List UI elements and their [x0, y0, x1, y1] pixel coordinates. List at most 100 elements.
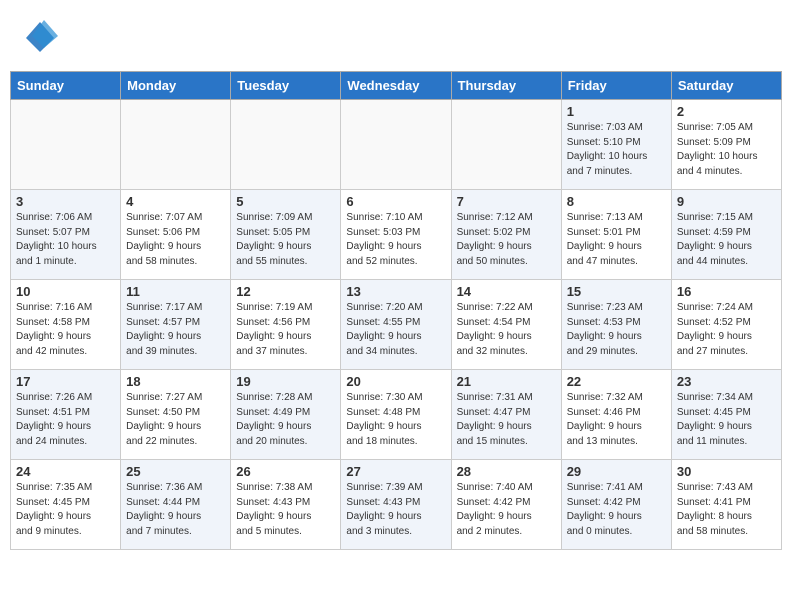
day-info: Sunrise: 7:34 AM Sunset: 4:45 PM Dayligh…: [677, 391, 776, 449]
calendar-cell: 3 Sunrise: 7:06 AM Sunset: 5:07 PM Daylig…: [11, 190, 121, 280]
calendar-cell: 2Sunrise: 7:05 AM Sunset: 5:09 PM Daylig…: [671, 100, 781, 190]
day-number: 16: [677, 284, 776, 299]
day-info: Sunrise: 7:10 AM Sunset: 5:03 PM Dayligh…: [346, 211, 445, 269]
weekday-header-monday: Monday: [121, 72, 231, 100]
calendar-cell: 17 Sunrise: 7:26 AM Sunset: 4:51 PM Dayli…: [11, 370, 121, 460]
day-number: 8: [567, 194, 666, 209]
week-row-4: 24 Sunrise: 7:35 AM Sunset: 4:45 PM Dayli…: [11, 460, 782, 550]
logo-icon: [20, 18, 58, 56]
day-info: Sunrise: 7:26 AM Sunset: 4:51 PM Dayligh…: [16, 391, 115, 449]
calendar-cell: 4 Sunrise: 7:07 AM Sunset: 5:06 PM Daylig…: [121, 190, 231, 280]
day-number: 15: [567, 284, 666, 299]
day-number: 5: [236, 194, 335, 209]
day-number: 4: [126, 194, 225, 209]
day-info: Sunrise: 7:30 AM Sunset: 4:48 PM Dayligh…: [346, 391, 445, 449]
week-row-1: 3 Sunrise: 7:06 AM Sunset: 5:07 PM Daylig…: [11, 190, 782, 280]
day-number: 19: [236, 374, 335, 389]
calendar-cell: 1 Sunrise: 7:03 AM Sunset: 5:10 PM Daylig…: [561, 100, 671, 190]
calendar-cell: 24 Sunrise: 7:35 AM Sunset: 4:45 PM Dayli…: [11, 460, 121, 550]
day-number: 25: [126, 464, 225, 479]
day-number: 23: [677, 374, 776, 389]
calendar-cell: 9 Sunrise: 7:15 AM Sunset: 4:59 PM Daylig…: [671, 190, 781, 280]
day-number: 24: [16, 464, 115, 479]
day-info: Sunrise: 7:03 AM Sunset: 5:10 PM Dayligh…: [567, 121, 666, 179]
day-number: 3: [16, 194, 115, 209]
day-info: Sunrise: 7:20 AM Sunset: 4:55 PM Dayligh…: [346, 301, 445, 359]
day-info: Sunrise: 7:07 AM Sunset: 5:06 PM Dayligh…: [126, 211, 225, 269]
weekday-header-tuesday: Tuesday: [231, 72, 341, 100]
day-number: 18: [126, 374, 225, 389]
calendar-cell: 21 Sunrise: 7:31 AM Sunset: 4:47 PM Dayli…: [451, 370, 561, 460]
day-number: 22: [567, 374, 666, 389]
calendar-cell: 13 Sunrise: 7:20 AM Sunset: 4:55 PM Dayli…: [341, 280, 451, 370]
calendar-cell: 8 Sunrise: 7:13 AM Sunset: 5:01 PM Daylig…: [561, 190, 671, 280]
calendar-cell: 26 Sunrise: 7:38 AM Sunset: 4:43 PM Dayli…: [231, 460, 341, 550]
day-number: 10: [16, 284, 115, 299]
calendar-cell: 30 Sunrise: 7:43 AM Sunset: 4:41 PM Dayli…: [671, 460, 781, 550]
weekday-header-friday: Friday: [561, 72, 671, 100]
day-number: 17: [16, 374, 115, 389]
day-number: 2: [677, 104, 776, 119]
calendar-table: SundayMondayTuesdayWednesdayThursdayFrid…: [10, 71, 782, 550]
calendar-cell: 22 Sunrise: 7:32 AM Sunset: 4:46 PM Dayli…: [561, 370, 671, 460]
day-number: 20: [346, 374, 445, 389]
calendar-wrapper: SundayMondayTuesdayWednesdayThursdayFrid…: [0, 71, 792, 560]
weekday-header-saturday: Saturday: [671, 72, 781, 100]
calendar-cell: 25 Sunrise: 7:36 AM Sunset: 4:44 PM Dayli…: [121, 460, 231, 550]
calendar-cell: 10Sunrise: 7:16 AM Sunset: 4:58 PM Dayli…: [11, 280, 121, 370]
calendar-cell: 19 Sunrise: 7:28 AM Sunset: 4:49 PM Dayli…: [231, 370, 341, 460]
day-info: Sunrise: 7:32 AM Sunset: 4:46 PM Dayligh…: [567, 391, 666, 449]
day-info: Sunrise: 7:12 AM Sunset: 5:02 PM Dayligh…: [457, 211, 556, 269]
day-info: Sunrise: 7:09 AM Sunset: 5:05 PM Dayligh…: [236, 211, 335, 269]
day-number: 29: [567, 464, 666, 479]
calendar-cell: 11 Sunrise: 7:17 AM Sunset: 4:57 PM Dayli…: [121, 280, 231, 370]
logo: [20, 18, 62, 61]
day-info: Sunrise: 7:31 AM Sunset: 4:47 PM Dayligh…: [457, 391, 556, 449]
calendar-cell: [451, 100, 561, 190]
day-info: Sunrise: 7:22 AM Sunset: 4:54 PM Dayligh…: [457, 301, 556, 359]
day-info: Sunrise: 7:13 AM Sunset: 5:01 PM Dayligh…: [567, 211, 666, 269]
day-number: 7: [457, 194, 556, 209]
calendar-cell: [231, 100, 341, 190]
day-number: 21: [457, 374, 556, 389]
day-info: Sunrise: 7:15 AM Sunset: 4:59 PM Dayligh…: [677, 211, 776, 269]
day-number: 1: [567, 104, 666, 119]
day-number: 26: [236, 464, 335, 479]
day-info: Sunrise: 7:17 AM Sunset: 4:57 PM Dayligh…: [126, 301, 225, 359]
calendar-cell: 18 Sunrise: 7:27 AM Sunset: 4:50 PM Dayli…: [121, 370, 231, 460]
day-info: Sunrise: 7:38 AM Sunset: 4:43 PM Dayligh…: [236, 481, 335, 539]
calendar-cell: 20 Sunrise: 7:30 AM Sunset: 4:48 PM Dayli…: [341, 370, 451, 460]
calendar-cell: 6 Sunrise: 7:10 AM Sunset: 5:03 PM Daylig…: [341, 190, 451, 280]
calendar-cell: 27 Sunrise: 7:39 AM Sunset: 4:43 PM Dayli…: [341, 460, 451, 550]
day-info: Sunrise: 7:06 AM Sunset: 5:07 PM Dayligh…: [16, 211, 115, 269]
day-info: Sunrise: 7:41 AM Sunset: 4:42 PM Dayligh…: [567, 481, 666, 539]
day-number: 6: [346, 194, 445, 209]
day-number: 12: [236, 284, 335, 299]
calendar-cell: 23 Sunrise: 7:34 AM Sunset: 4:45 PM Dayli…: [671, 370, 781, 460]
day-number: 13: [346, 284, 445, 299]
day-number: 27: [346, 464, 445, 479]
day-number: 30: [677, 464, 776, 479]
calendar-cell: 12Sunrise: 7:19 AM Sunset: 4:56 PM Dayli…: [231, 280, 341, 370]
day-number: 11: [126, 284, 225, 299]
calendar-header: SundayMondayTuesdayWednesdayThursdayFrid…: [11, 72, 782, 100]
day-number: 14: [457, 284, 556, 299]
calendar-body: 1 Sunrise: 7:03 AM Sunset: 5:10 PM Daylig…: [11, 100, 782, 550]
calendar-cell: 14 Sunrise: 7:22 AM Sunset: 4:54 PM Dayli…: [451, 280, 561, 370]
day-info: Sunrise: 7:28 AM Sunset: 4:49 PM Dayligh…: [236, 391, 335, 449]
day-number: 9: [677, 194, 776, 209]
week-row-0: 1 Sunrise: 7:03 AM Sunset: 5:10 PM Daylig…: [11, 100, 782, 190]
day-info: Sunrise: 7:27 AM Sunset: 4:50 PM Dayligh…: [126, 391, 225, 449]
day-info: Sunrise: 7:35 AM Sunset: 4:45 PM Dayligh…: [16, 481, 115, 539]
calendar-cell: 5 Sunrise: 7:09 AM Sunset: 5:05 PM Daylig…: [231, 190, 341, 280]
weekday-row: SundayMondayTuesdayWednesdayThursdayFrid…: [11, 72, 782, 100]
week-row-2: 10Sunrise: 7:16 AM Sunset: 4:58 PM Dayli…: [11, 280, 782, 370]
day-info: Sunrise: 7:36 AM Sunset: 4:44 PM Dayligh…: [126, 481, 225, 539]
weekday-header-wednesday: Wednesday: [341, 72, 451, 100]
calendar-cell: 29 Sunrise: 7:41 AM Sunset: 4:42 PM Dayli…: [561, 460, 671, 550]
calendar-cell: 28Sunrise: 7:40 AM Sunset: 4:42 PM Dayli…: [451, 460, 561, 550]
calendar-cell: [121, 100, 231, 190]
day-number: 28: [457, 464, 556, 479]
day-info: Sunrise: 7:39 AM Sunset: 4:43 PM Dayligh…: [346, 481, 445, 539]
day-info: Sunrise: 7:43 AM Sunset: 4:41 PM Dayligh…: [677, 481, 776, 539]
